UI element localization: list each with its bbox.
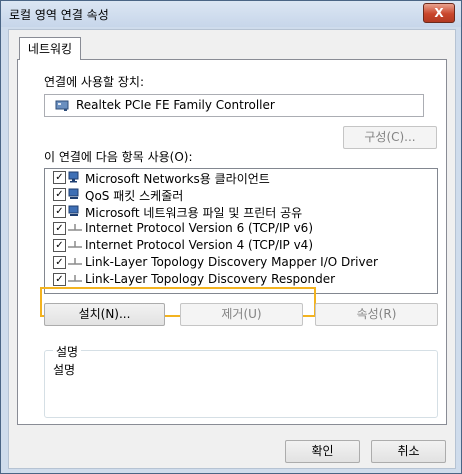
window-title: 로컬 영역 연결 속성	[9, 8, 109, 22]
cancel-button[interactable]: 취소	[371, 440, 446, 463]
protocol-icon	[68, 258, 82, 265]
description-text: 설명	[53, 363, 76, 377]
network-service-icon	[68, 205, 79, 216]
networking-panel: 연결에 사용할 장치: Realtek PCIe FE Family Contr…	[17, 59, 447, 425]
properties-button[interactable]: 속성(R)	[315, 303, 438, 326]
item-label: Microsoft Networks용 클라이언트	[85, 172, 270, 186]
checkbox[interactable]: ✓	[53, 171, 66, 184]
dialog-client-area: 네트워킹 연결에 사용할 장치: Realtek PCIe FE Family …	[8, 29, 456, 469]
list-item[interactable]: ✓ Internet Protocol Version 6 (TCP/IP v6…	[45, 220, 437, 237]
description-group: 설명 설명	[44, 343, 438, 418]
list-item[interactable]: ✓ Internet Protocol Version 4 (TCP/IP v4…	[45, 237, 437, 254]
checkbox[interactable]: ✓	[53, 188, 66, 201]
item-label: Link-Layer Topology Discovery Mapper I/O…	[85, 255, 378, 269]
item-label: Microsoft 네트워크용 파일 및 프린터 공유	[85, 206, 303, 220]
checkbox[interactable]: ✓	[53, 256, 66, 269]
network-adapter-icon	[55, 100, 69, 111]
device-name: Realtek PCIe FE Family Controller	[76, 98, 275, 112]
item-label: Internet Protocol Version 6 (TCP/IP v6)	[85, 221, 313, 235]
list-item[interactable]: ✓ Link-Layer Topology Discovery Mapper I…	[45, 254, 437, 271]
protocol-icon	[68, 241, 82, 248]
item-label: Link-Layer Topology Discovery Responder	[85, 272, 336, 286]
items-label: 이 연결에 다음 항목 사용(O):	[44, 150, 193, 164]
protocol-icon	[68, 275, 82, 282]
network-service-icon	[68, 188, 79, 199]
uninstall-button[interactable]: 제거(U)	[180, 303, 303, 326]
checkbox[interactable]: ✓	[53, 222, 66, 235]
list-item[interactable]: ✓ Microsoft 네트워크용 파일 및 프린터 공유	[45, 203, 437, 220]
configure-button[interactable]: 구성(C)...	[343, 126, 437, 149]
connect-using-label: 연결에 사용할 장치:	[44, 75, 144, 89]
device-field: Realtek PCIe FE Family Controller	[44, 94, 424, 117]
items-list[interactable]: ✓ Microsoft Networks용 클라이언트 ✓ QoS 패킷 스케줄…	[44, 168, 438, 294]
description-title: 설명	[53, 343, 82, 360]
network-client-icon	[68, 171, 79, 183]
install-button[interactable]: 설치(N)...	[44, 303, 165, 326]
tab-networking[interactable]: 네트워킹	[19, 37, 81, 60]
list-item[interactable]: ✓ Link-Layer Topology Discovery Responde…	[45, 271, 437, 288]
protocol-icon	[68, 224, 82, 231]
title-bar[interactable]: 로컬 영역 연결 속성 X	[1, 1, 461, 27]
list-item[interactable]: ✓ QoS 패킷 스케줄러	[45, 186, 437, 203]
item-label: QoS 패킷 스케줄러	[85, 189, 184, 203]
close-button[interactable]: X	[423, 3, 455, 23]
item-label: Internet Protocol Version 4 (TCP/IP v4)	[85, 238, 313, 252]
list-item[interactable]: ✓ Microsoft Networks용 클라이언트	[45, 169, 437, 186]
properties-window: 로컬 영역 연결 속성 X 네트워킹 연결에 사용할 장치: Realtek P…	[0, 0, 462, 474]
checkbox[interactable]: ✓	[53, 239, 66, 252]
ok-button[interactable]: 확인	[285, 440, 360, 463]
checkbox[interactable]: ✓	[53, 205, 66, 218]
checkbox[interactable]: ✓	[53, 273, 66, 286]
